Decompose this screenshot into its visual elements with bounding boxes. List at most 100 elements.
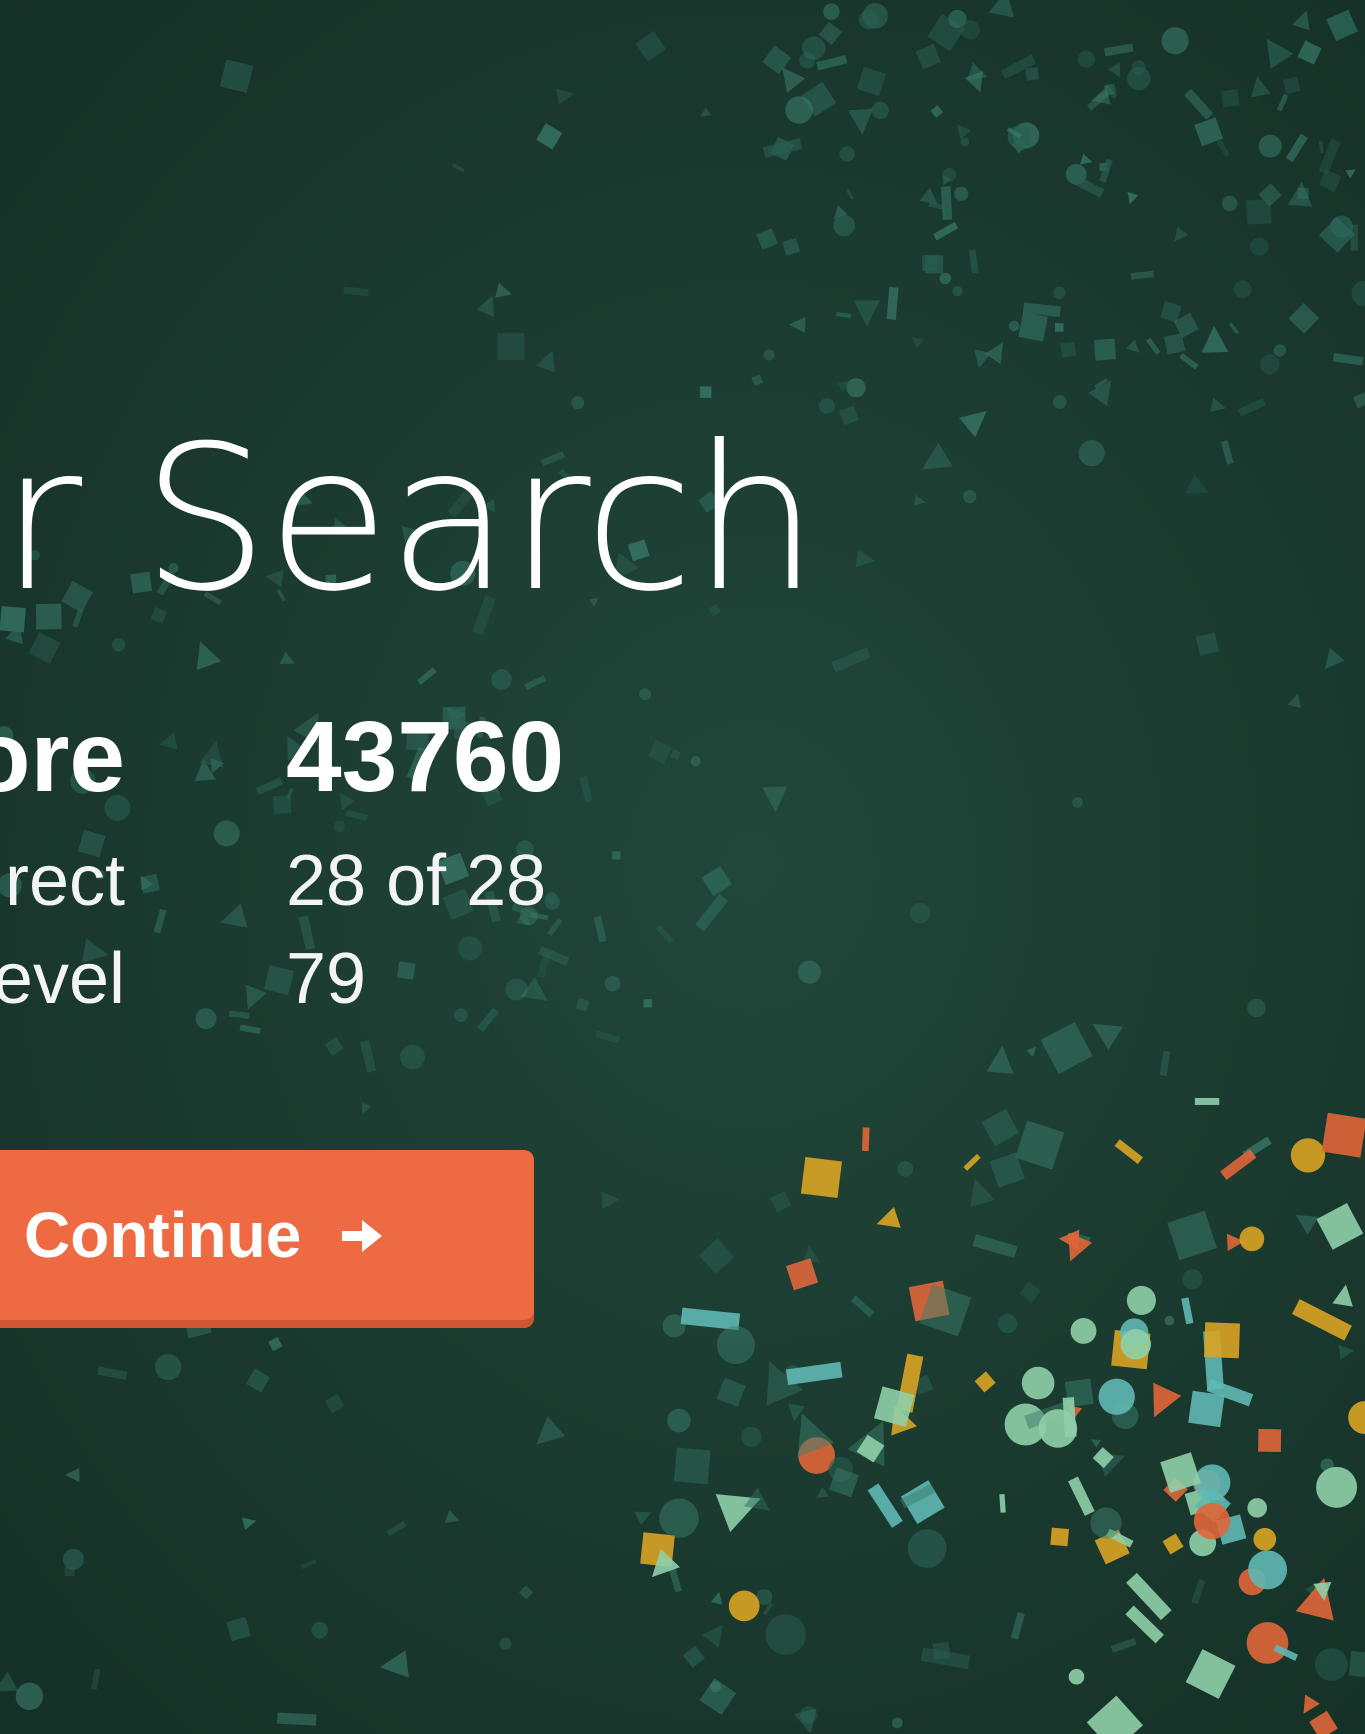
confetti-piece <box>851 1295 875 1318</box>
confetti-piece <box>921 442 953 470</box>
confetti-piece <box>668 1568 682 1593</box>
confetti-piece <box>728 1590 760 1622</box>
confetti-piece <box>1295 1577 1334 1621</box>
confetti-piece <box>276 1712 317 1726</box>
confetti-piece <box>555 88 574 105</box>
level-value: 79 <box>286 939 367 1019</box>
confetti-piece <box>1086 1695 1143 1734</box>
confetti-piece <box>279 651 295 664</box>
confetti-piece <box>1288 302 1320 334</box>
confetti-piece <box>762 786 788 813</box>
confetti-piece <box>226 1616 251 1642</box>
confetti-piece <box>1292 10 1310 31</box>
confetti-piece <box>963 1153 981 1171</box>
confetti-piece <box>1228 322 1240 335</box>
confetti-piece <box>756 228 778 250</box>
confetti-piece <box>1162 1533 1184 1555</box>
confetti-piece <box>1068 1668 1085 1685</box>
confetti-piece <box>1194 1097 1220 1105</box>
confetti-piece <box>981 1108 1020 1147</box>
confetti-piece <box>1108 62 1121 78</box>
confetti-piece <box>359 1040 377 1073</box>
confetti-piece <box>858 9 879 30</box>
confetti-piece <box>90 1668 101 1690</box>
confetti-piece <box>536 350 555 373</box>
confetti-piece <box>700 107 712 117</box>
confetti-piece <box>245 1368 271 1393</box>
confetti-piece <box>1026 1046 1037 1057</box>
correct-value: 28 of 28 <box>286 841 547 921</box>
confetti-piece <box>876 1206 901 1228</box>
confetti-piece <box>1201 325 1229 353</box>
confetti-piece <box>786 1258 819 1291</box>
confetti-piece <box>601 1191 620 1210</box>
confetti-piece <box>972 1234 1018 1259</box>
confetti-piece <box>988 0 1015 18</box>
confetti-piece <box>386 1521 407 1537</box>
confetti-piece <box>856 66 887 96</box>
confetti-piece <box>867 1483 903 1528</box>
confetti-piece <box>871 101 889 120</box>
confetti-piece <box>861 1127 870 1152</box>
confetti-piece <box>1153 1382 1182 1418</box>
confetti-piece <box>984 342 1003 364</box>
confetti-piece <box>1052 395 1067 409</box>
confetti-piece <box>1179 353 1199 370</box>
continue-button[interactable]: Continue <box>0 1150 534 1328</box>
confetti-piece <box>400 1044 425 1070</box>
confetti-piece <box>716 1326 755 1365</box>
confetti-piece <box>1098 1378 1135 1415</box>
confetti-piece <box>785 96 813 124</box>
confetti-piece <box>1287 693 1301 709</box>
confetti-piece <box>1090 1507 1122 1539</box>
confetti-piece <box>1193 1503 1231 1540</box>
confetti-piece <box>1220 1149 1257 1181</box>
confetti-piece <box>1234 280 1252 299</box>
confetti-piece <box>311 1621 329 1639</box>
confetti-piece <box>763 349 775 361</box>
confetti-piece <box>891 1717 903 1729</box>
confetti-piece <box>1221 195 1238 212</box>
confetti-piece <box>0 1671 19 1692</box>
confetti-piece <box>1126 1285 1156 1315</box>
confetti-piece <box>1070 1317 1097 1344</box>
confetti-piece <box>770 1191 792 1213</box>
confetti-piece <box>924 255 944 274</box>
confetti-piece <box>1248 1550 1288 1590</box>
confetti-piece <box>960 137 970 147</box>
confetti-piece <box>1303 1694 1320 1714</box>
confetti-piece <box>1077 50 1095 68</box>
confetti-piece <box>497 333 525 361</box>
confetti-piece <box>930 105 944 118</box>
confetti-piece <box>1103 43 1134 57</box>
confetti-piece <box>268 1336 283 1352</box>
confetti-piece <box>1204 1322 1241 1359</box>
confetti-piece <box>909 902 931 924</box>
confetti-piece <box>1259 354 1280 375</box>
confetti-piece <box>491 669 512 690</box>
confetti-piece <box>986 1045 1014 1074</box>
confetti-piece <box>300 1558 317 1570</box>
confetti-piece <box>897 1161 914 1177</box>
confetti-piece <box>695 893 728 932</box>
confetti-piece <box>1164 1315 1175 1326</box>
confetti-piece <box>915 43 942 70</box>
confetti-piece <box>1285 133 1308 163</box>
confetti-piece <box>963 489 977 504</box>
confetti-piece <box>974 1371 996 1393</box>
confetti-piece <box>1292 1299 1352 1341</box>
confetti-piece <box>1332 352 1364 366</box>
confetti-piece <box>1182 1269 1203 1290</box>
confetti-piece <box>1253 1527 1277 1551</box>
confetti-piece <box>958 411 987 438</box>
confetti-piece <box>667 1408 691 1433</box>
confetti-piece <box>1174 226 1189 242</box>
confetti-piece <box>1290 1138 1326 1173</box>
confetti-piece <box>1314 1648 1348 1682</box>
score-value: 43760 <box>286 701 565 813</box>
confetti-piece <box>536 123 563 150</box>
confetti-piece <box>1167 1210 1217 1261</box>
confetti-piece <box>957 124 972 140</box>
confetti-piece <box>954 186 969 201</box>
confetti-piece <box>1040 1021 1093 1075</box>
